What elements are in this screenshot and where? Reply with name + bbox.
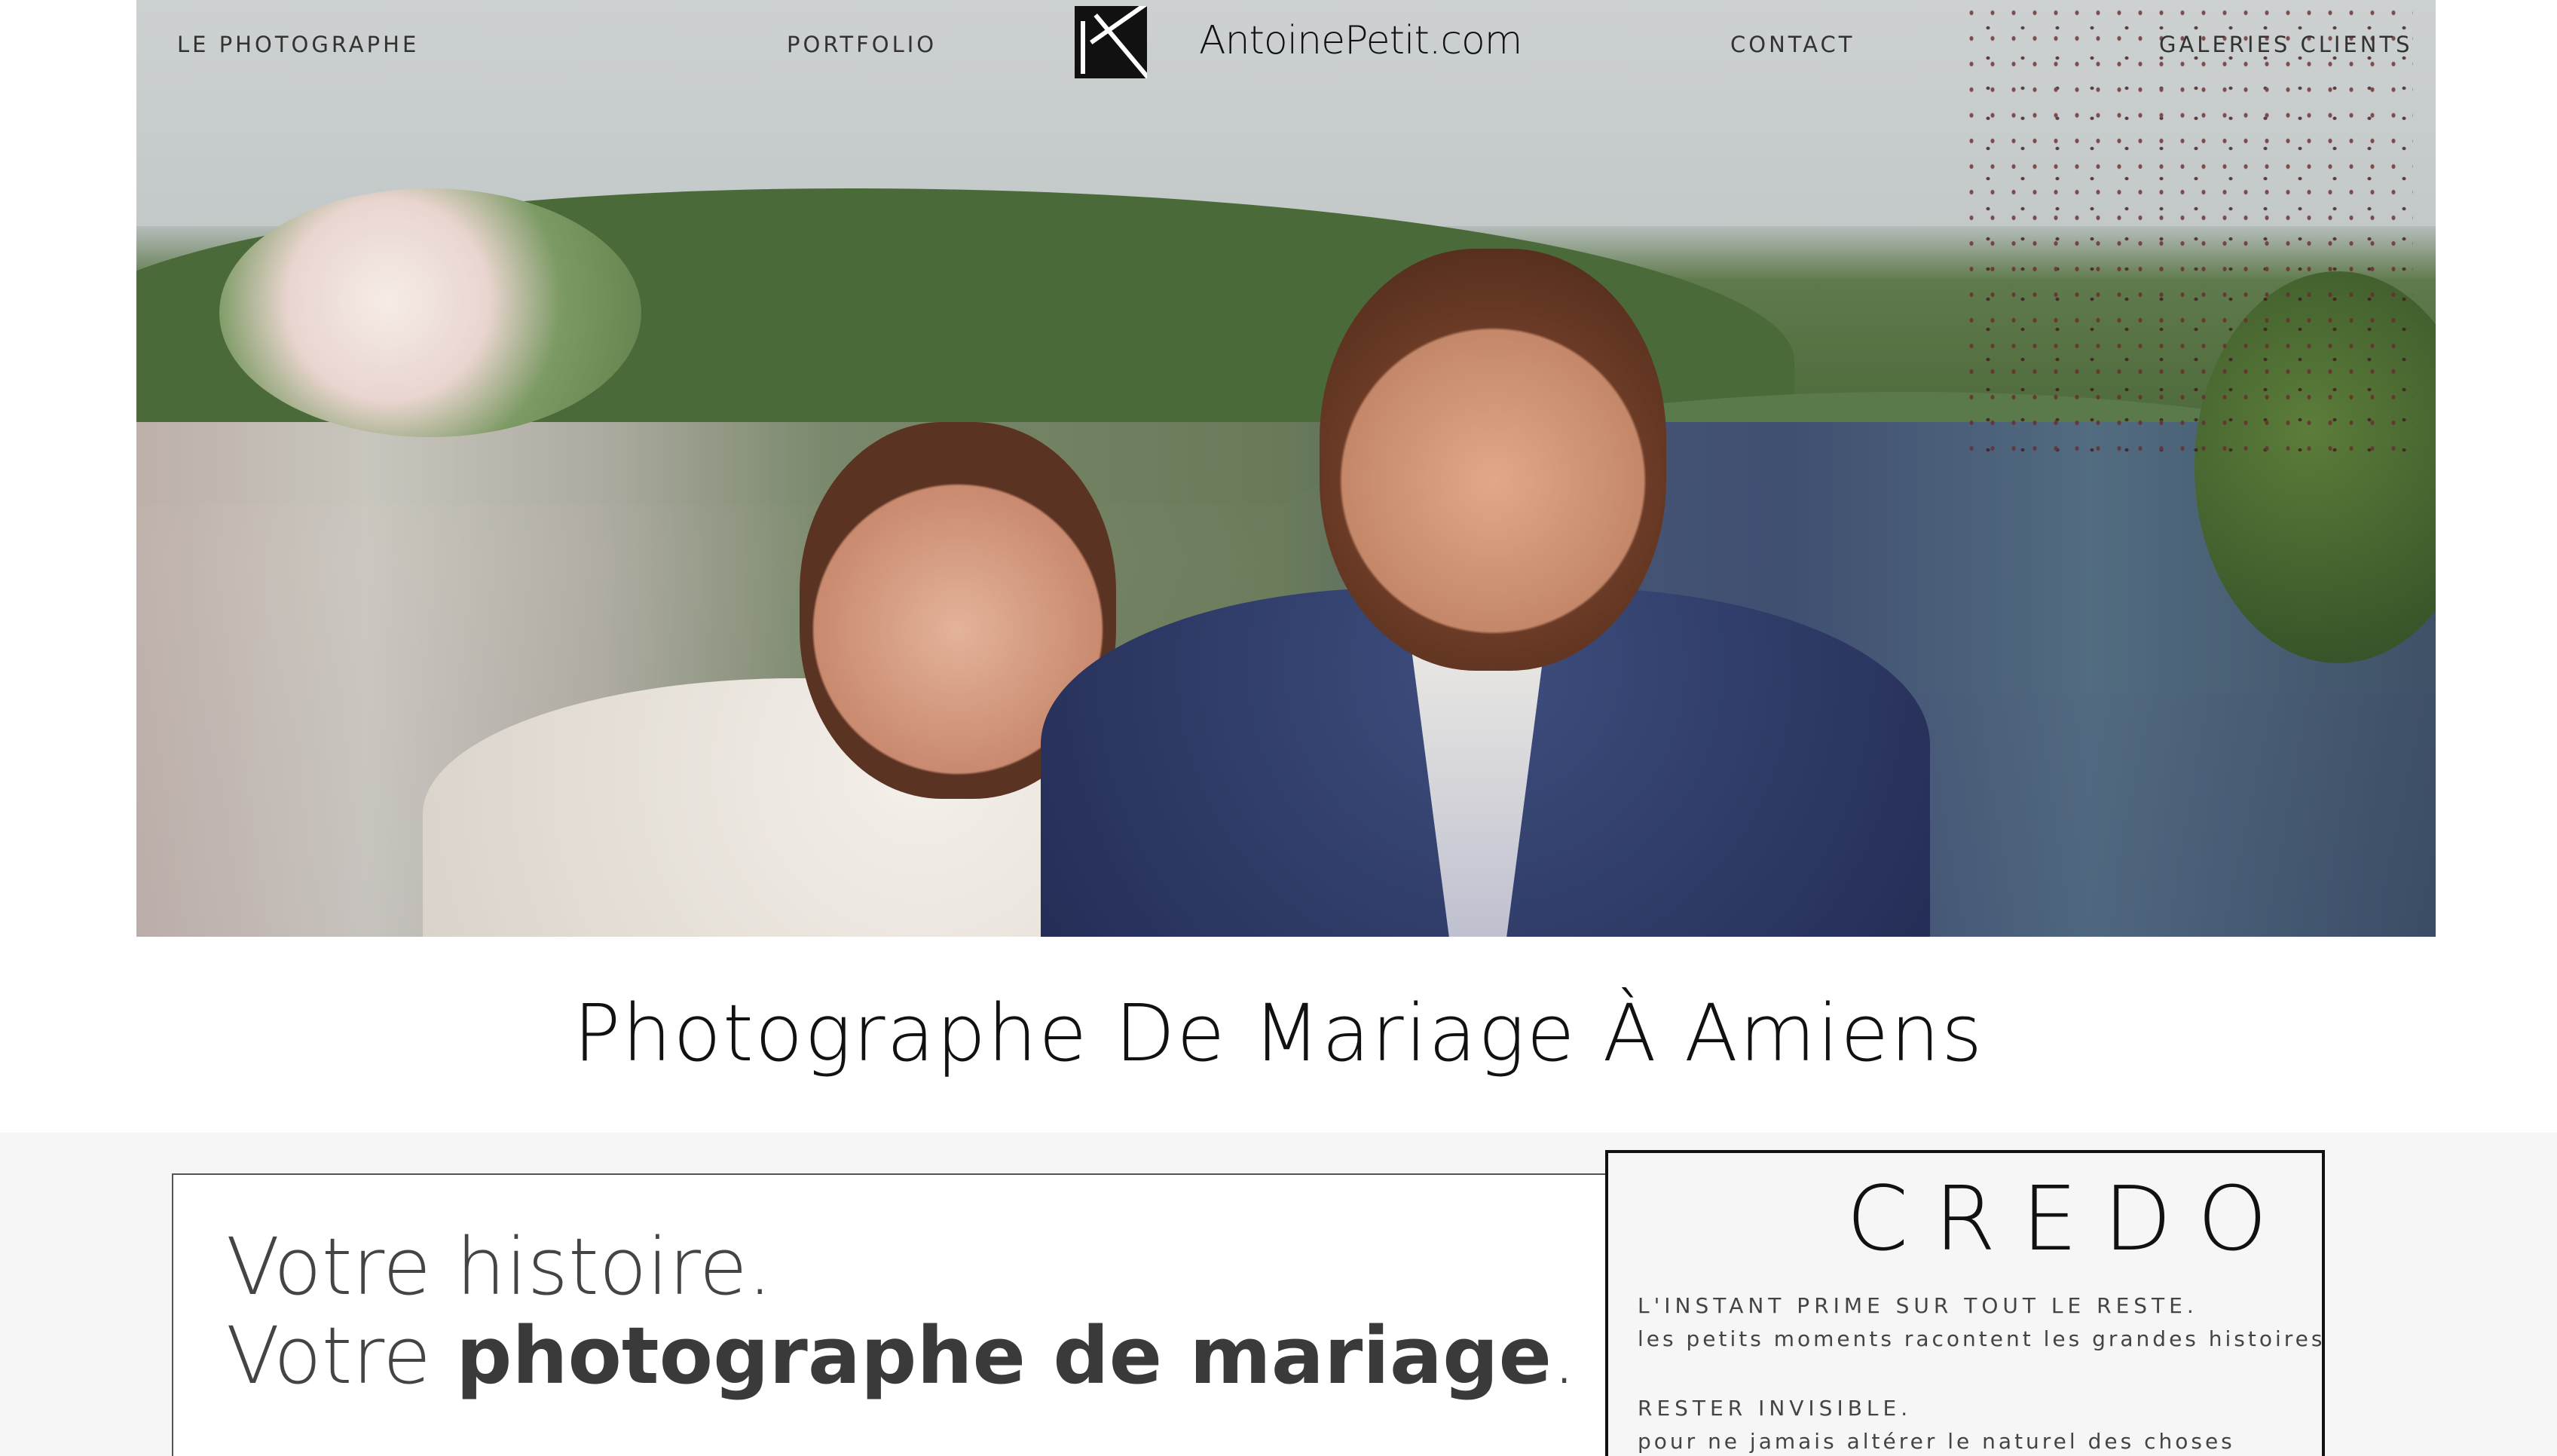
credo-text-1: les petits moments racontent les grandes… [1638,1326,2326,1351]
nav-link-le-photographe[interactable]: LE PHOTOGRAPHE [177,32,419,57]
page-title: Photographe De Mariage À Amiens [573,987,1984,1079]
story-line-2-prefix: Votre [226,1310,456,1402]
credo-heading-2: RESTER INVISIBLE. [1638,1396,1913,1421]
nav-link-contact[interactable]: CONTACT [1730,32,1855,57]
credo-text-2: pour ne jamais altérer le naturel des ch… [1638,1429,2235,1454]
hero-image [136,0,2436,937]
story-line-2: Votre photographe de mariage. [226,1310,1577,1402]
hero-groom [1320,249,1666,671]
logo-text: AntoinePetit.com [1199,18,1522,63]
hero-bouquet [219,188,641,437]
nav-link-portfolio[interactable]: PORTFOLIO [787,32,937,57]
logo-icon [1075,6,1147,78]
nav-link-galeries-clients[interactable]: GALERIES CLIENTS [2159,32,2413,57]
credo-title: CREDO [1846,1167,2293,1271]
story-line-2-suffix: . [1552,1310,1577,1402]
credo-heading-1: L'INSTANT PRIME SUR TOUT LE RESTE. [1638,1293,2198,1318]
main-nav: LE PHOTOGRAPHE PORTFOLIO AntoinePetit.co… [136,0,2436,90]
story-line-1: Votre histoire. [226,1221,772,1313]
story-line-2-bold: photographe de mariage [456,1310,1552,1402]
